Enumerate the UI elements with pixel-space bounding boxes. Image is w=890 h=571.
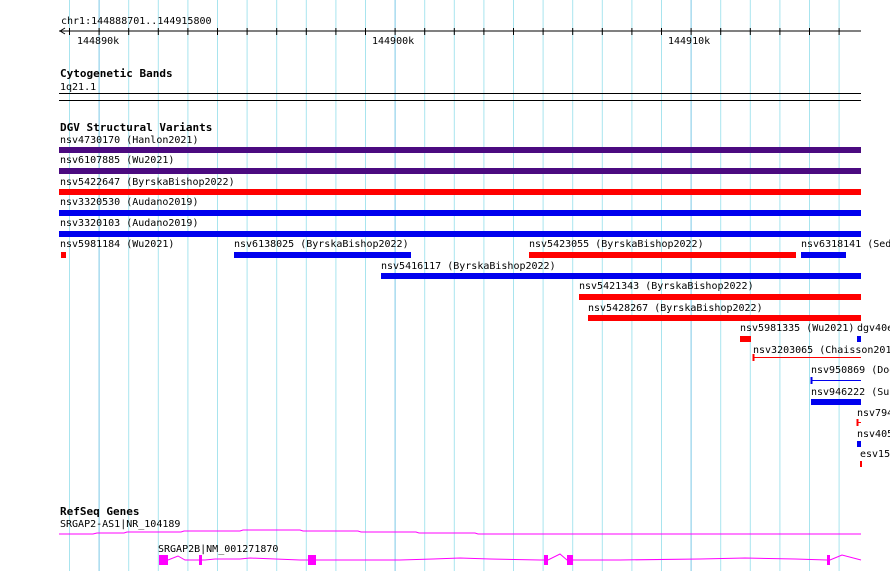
gene-label: SRGAP2B|NM_001271870 [158,544,278,555]
variant-bar [59,147,861,153]
gene-exon [827,555,830,565]
variant-bar [61,252,66,258]
genome-browser-view[interactable]: chr1:144888701..144915800 144890k 144900… [0,0,890,571]
variant-bar [860,461,862,467]
track-title: RefSeq Genes [60,505,139,518]
variant-label: nsv5981335 (Wu2021) [740,323,854,334]
gene-exon [159,555,168,565]
variant-label: nsv946222 (Suc [811,387,890,398]
track-title: DGV Structural Variants [60,121,212,134]
variant-bar [59,231,861,237]
variant-bar [857,441,861,447]
track-cytogenetic-bands: Cytogenetic Bands 1q21.1 [59,67,861,101]
variant-label: nsv5981184 (Wu2021) [60,239,174,250]
track-title: Cytogenetic Bands [60,67,173,80]
variant-bar [740,336,751,342]
ruler[interactable]: chr1:144888701..144915800 144890k 144900… [59,16,861,47]
variant-label: nsv6318141 (Sed [801,239,890,250]
variant-bar [579,294,861,300]
variant-label: nsv3320103 (Audano2019) [60,218,198,229]
gene-transcript-line [59,529,861,535]
variant-bar [381,273,861,279]
variant-bar [59,210,861,216]
variant-label: nsv4730170 (Hanlon2021) [60,135,198,146]
variant-bar [801,252,846,258]
variant-bar [811,399,861,405]
variant-bar [857,336,861,342]
tick-label: 144890k [77,36,119,47]
variant-label: nsv5428267 (ByrskaBishop2022) [588,303,763,314]
variant-label: esv15 [860,449,890,460]
variant-bar [588,315,861,321]
gene-exon [199,555,202,565]
variant-label: nsv5423055 (ByrskaBishop2022) [529,239,704,250]
variant-label: nsv6107885 (Wu2021) [60,155,174,166]
tick-label: 144910k [668,36,710,47]
gene-exon [567,555,573,565]
variant-label: nsv3320530 (Audano2019) [60,197,198,208]
variant-label: nsv5422647 (ByrskaBishop2022) [60,177,235,188]
variant-label: nsv5421343 (ByrskaBishop2022) [579,281,754,292]
variant-bar [234,252,411,258]
variant-label: nsv3203065 (Chaisson201 [753,345,890,356]
gene-label: SRGAP2-AS1|NR_104189 [60,519,180,530]
variant-label: nsv950869 (Dog [811,365,890,376]
variant-label: dgv40e [857,323,890,334]
variant-label: nsv5416117 (ByrskaBishop2022) [381,261,556,272]
variant-label: nsv794 [857,408,890,419]
variant-bar [59,189,861,195]
variant-bar [59,168,861,174]
variant-bar [529,252,796,258]
gene-exon [544,555,548,565]
band-label: 1q21.1 [60,82,96,93]
tick-label: 144900k [372,36,414,47]
location-label: chr1:144888701..144915800 [61,16,212,27]
track-dgv-structural-variants: DGV Structural Variants nsv4730170 (Hanl… [59,121,890,467]
variant-label: nsv405 [857,429,890,440]
track-refseq-genes: RefSeq Genes SRGAP2-AS1|NR_104189 SRGAP2B… [59,505,862,565]
gene-exon [308,555,316,565]
variant-label: nsv6138025 (ByrskaBishop2022) [234,239,409,250]
